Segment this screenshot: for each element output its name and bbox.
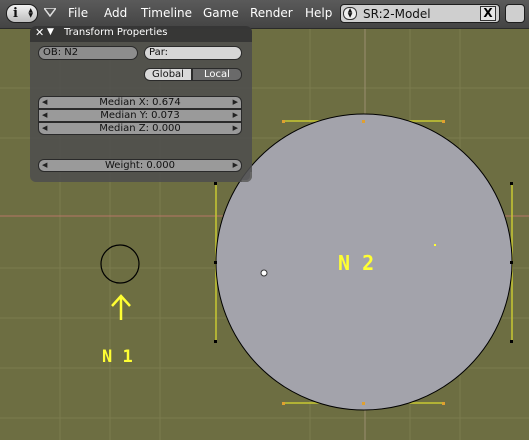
median-x-label: Median X: 0.674 bbox=[99, 97, 181, 108]
median-z-field[interactable]: ◀ Median Z: 0.000 ▶ bbox=[38, 122, 242, 135]
scene-updown-icon[interactable]: ▲ ▼ bbox=[343, 7, 357, 20]
screen-selector[interactable]: ▲ ▼ SR:2-Model X bbox=[340, 4, 500, 23]
local-toggle[interactable]: Local bbox=[192, 68, 242, 81]
arrow-right-icon[interactable]: ▶ bbox=[233, 123, 238, 134]
info-icon: i bbox=[13, 6, 18, 21]
circle-n1[interactable] bbox=[100, 244, 140, 284]
global-toggle[interactable]: Global bbox=[144, 68, 192, 81]
weight-label: Weight: 0.000 bbox=[104, 160, 175, 171]
arrow-left-icon[interactable]: ◀ bbox=[42, 110, 47, 121]
scene-selector-button[interactable] bbox=[505, 4, 525, 23]
median-z-label: Median Z: 0.000 bbox=[99, 123, 181, 134]
menu-game[interactable]: Game bbox=[203, 6, 239, 20]
close-icon[interactable]: X bbox=[480, 6, 496, 21]
transform-properties-panel: ✕ ▼ Transform Properties OB: N2 Par: Glo… bbox=[30, 26, 252, 182]
menu-timeline[interactable]: Timeline bbox=[141, 6, 192, 20]
arrow-right-icon[interactable]: ▶ bbox=[233, 97, 238, 108]
median-x-field[interactable]: ◀ Median X: 0.674 ▶ bbox=[38, 96, 242, 109]
header-bar: i ▲ ▼ File Add Timeline Game Render Help … bbox=[0, 0, 529, 29]
menu-file[interactable]: File bbox=[68, 6, 88, 20]
menu-render[interactable]: Render bbox=[250, 6, 293, 20]
yellow-dot bbox=[434, 244, 436, 246]
arrow-left-icon[interactable]: ◀ bbox=[42, 160, 47, 171]
label-n2: N 2 bbox=[338, 251, 374, 275]
object-name-field[interactable]: OB: N2 bbox=[38, 46, 138, 60]
median-y-label: Median Y: 0.073 bbox=[100, 110, 180, 121]
object-origin[interactable] bbox=[260, 269, 268, 277]
arrow-left-icon[interactable]: ◀ bbox=[42, 123, 47, 134]
weight-field[interactable]: ◀ Weight: 0.000 ▶ bbox=[38, 159, 242, 172]
arrow-left-icon[interactable]: ◀ bbox=[42, 97, 47, 108]
collapse-triangle-icon[interactable] bbox=[44, 8, 56, 17]
window-type-button[interactable]: i ▲ ▼ bbox=[6, 4, 38, 23]
panel-collapse-icon[interactable]: ▼ bbox=[47, 27, 54, 37]
label-n1: N 1 bbox=[102, 347, 133, 367]
screen-name[interactable]: SR:2-Model bbox=[363, 7, 431, 21]
panel-close-icon[interactable]: ✕ bbox=[35, 26, 44, 39]
arrow-right-icon[interactable]: ▶ bbox=[233, 110, 238, 121]
parent-field[interactable]: Par: bbox=[144, 46, 242, 60]
menu-help[interactable]: Help bbox=[305, 6, 332, 20]
median-y-field[interactable]: ◀ Median Y: 0.073 ▶ bbox=[38, 109, 242, 122]
menu-add[interactable]: Add bbox=[104, 6, 127, 20]
updown-arrows-icon: ▲ ▼ bbox=[28, 7, 33, 19]
arrow-right-icon[interactable]: ▶ bbox=[233, 160, 238, 171]
annotation-arrow bbox=[111, 294, 131, 320]
panel-header[interactable]: ✕ ▼ Transform Properties bbox=[30, 26, 252, 42]
panel-title: Transform Properties bbox=[64, 27, 168, 38]
